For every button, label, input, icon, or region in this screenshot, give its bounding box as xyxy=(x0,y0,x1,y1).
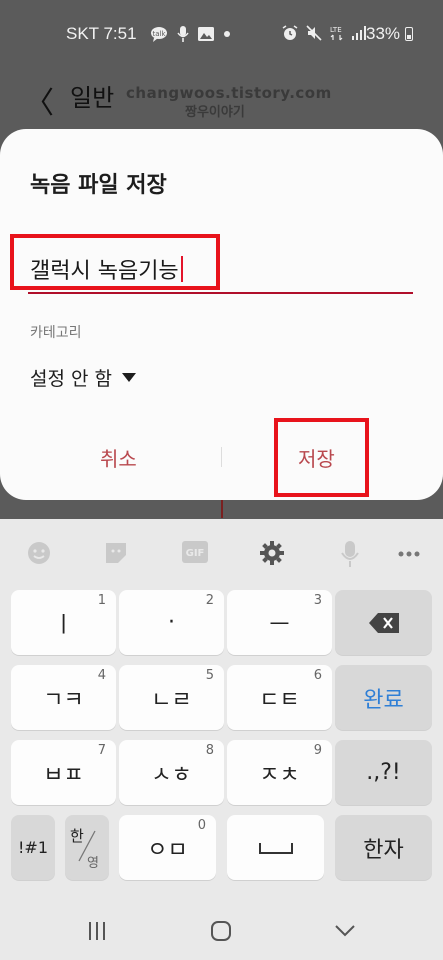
mute-icon xyxy=(306,25,322,41)
svg-text:GIF: GIF xyxy=(186,548,205,559)
done-button[interactable]: 완료 xyxy=(335,665,432,730)
key-s-h[interactable]: ㅅㅎ 8 xyxy=(119,740,224,805)
status-system-icons: LTE xyxy=(282,25,366,41)
key-o-m[interactable]: ㅇㅁ 0 xyxy=(119,815,216,880)
save-button[interactable]: 저장 xyxy=(298,443,335,472)
save-recording-dialog: 녹음 파일 저장 갤럭시 녹음기능 카테고리 설정 안 함 취소 저장 xyxy=(0,129,443,500)
mic-icon xyxy=(177,26,189,42)
status-bar: SKT 7:51 talk LTE 33% xyxy=(0,0,443,68)
symbols-key[interactable]: !#1 xyxy=(11,815,55,880)
signal-icon xyxy=(352,26,366,40)
navigation-bar xyxy=(0,896,443,960)
background-divider xyxy=(221,500,223,518)
status-carrier-time: SKT 7:51 xyxy=(66,24,137,43)
chat-icon: talk xyxy=(151,27,167,42)
image-icon xyxy=(198,27,214,41)
key-j-ch[interactable]: ㅈㅊ 9 xyxy=(227,740,332,805)
battery-icon xyxy=(405,27,413,41)
backspace-button[interactable] xyxy=(335,590,432,655)
button-divider xyxy=(221,447,222,467)
voice-input-icon[interactable] xyxy=(340,541,360,567)
category-dropdown[interactable]: 설정 안 함 xyxy=(30,364,136,391)
space-icon xyxy=(227,815,324,880)
hide-keyboard-chevron-icon[interactable] xyxy=(334,924,356,938)
sticker-icon[interactable] xyxy=(104,541,128,565)
key-d-t[interactable]: ㄷㅌ 6 xyxy=(227,665,332,730)
language-switch-key[interactable]: 한 영 xyxy=(65,815,109,880)
more-options-icon[interactable] xyxy=(398,551,420,557)
key-g-k[interactable]: ㄱㅋ 4 xyxy=(11,665,116,730)
emoji-icon[interactable] xyxy=(27,541,51,565)
punctuation-key[interactable]: .,?! xyxy=(335,740,432,805)
lte-icon: LTE xyxy=(330,26,343,41)
filename-value: 갤럭시 녹음기능 xyxy=(30,259,179,284)
gif-icon[interactable]: GIF xyxy=(182,541,208,563)
key-b-p[interactable]: ㅂㅍ 7 xyxy=(11,740,116,805)
key-i[interactable]: ㅣ1 xyxy=(11,590,116,655)
svg-text:LTE: LTE xyxy=(330,26,342,34)
filename-input[interactable]: 갤럭시 녹음기능 xyxy=(30,253,183,285)
dropdown-arrow-icon xyxy=(122,373,136,382)
filename-underline xyxy=(28,292,413,294)
backspace-icon xyxy=(335,590,432,655)
dot-icon xyxy=(224,31,230,37)
alarm-icon xyxy=(282,25,298,40)
key-eu[interactable]: ㅡ3 xyxy=(227,590,332,655)
home-icon[interactable] xyxy=(210,920,232,942)
recent-apps-icon[interactable] xyxy=(87,922,107,940)
watermark-url: changwoos.tistory.com xyxy=(126,84,332,102)
watermark-name: 짱우이야기 xyxy=(185,105,245,120)
text-cursor xyxy=(180,256,183,282)
back-arrow-icon[interactable]: 〈 xyxy=(24,78,54,122)
settings-gear-icon[interactable] xyxy=(260,541,284,565)
battery-percent: 33% xyxy=(366,24,401,43)
space-key[interactable] xyxy=(227,815,324,880)
category-label: 카테고리 xyxy=(30,325,82,341)
keyboard: GIF ㅣ1 · 2 ㅡ3 ㄱㅋ 4 ㄴㄹ 5 ㄷㅌ 6 완료 ㅂㅍ 7 ㅅㅎ 8 ㅈㅊ 9 … xyxy=(0,519,443,960)
dialog-title: 녹음 파일 저장 xyxy=(30,173,167,198)
cancel-button[interactable]: 취소 xyxy=(100,443,137,472)
key-n-r[interactable]: ㄴㄹ 5 xyxy=(119,665,224,730)
lang-english-label: 영 xyxy=(87,856,99,871)
hanja-key[interactable]: 한자 xyxy=(335,815,432,880)
key-dot[interactable]: · 2 xyxy=(119,590,224,655)
page-title: 일반 xyxy=(70,84,115,112)
category-value: 설정 안 함 xyxy=(30,368,112,390)
status-notification-icons: talk xyxy=(150,26,231,42)
svg-text:talk: talk xyxy=(152,30,166,38)
